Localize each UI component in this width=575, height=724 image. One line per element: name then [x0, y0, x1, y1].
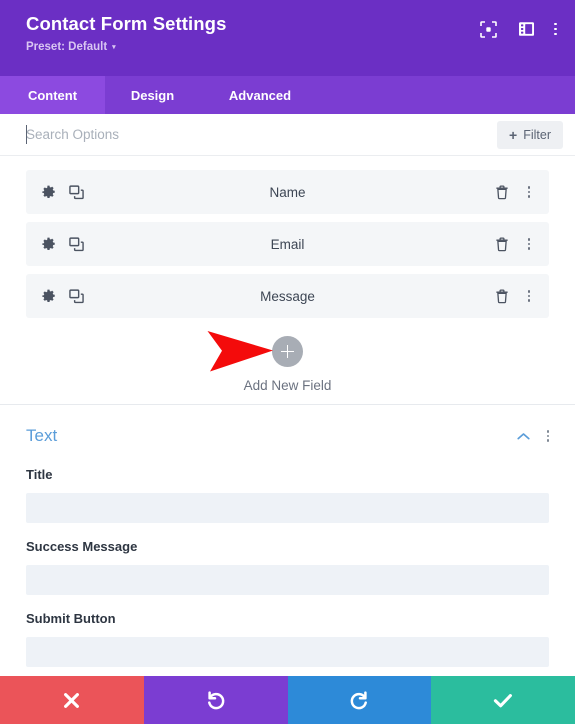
plus-icon: + — [509, 126, 518, 143]
field-row-label: Email — [270, 236, 305, 252]
chevron-up-icon[interactable] — [517, 429, 531, 443]
kebab-menu-icon[interactable] — [523, 186, 535, 198]
page-title: Contact Form Settings — [26, 13, 227, 34]
field-row-right-actions — [465, 236, 535, 252]
kebab-menu-icon[interactable] — [523, 290, 535, 302]
field-row-label: Name — [269, 184, 306, 200]
red-arrow-annotation — [207, 331, 273, 372]
duplicate-icon[interactable] — [68, 288, 84, 304]
settings-body: Name Email Message Add New Field Text Ti… — [0, 156, 575, 676]
kebab-menu-icon[interactable] — [523, 238, 535, 250]
trash-icon[interactable] — [494, 184, 510, 200]
field-row-left-actions — [40, 184, 110, 200]
section-header-actions — [517, 429, 549, 443]
cancel-button[interactable] — [0, 676, 144, 724]
modal-header: Contact Form Settings Preset: Default ▾ — [0, 0, 575, 76]
title-field-group: Title — [26, 467, 549, 523]
table-row[interactable]: Email — [26, 222, 549, 266]
undo-button[interactable] — [143, 676, 288, 724]
filter-button[interactable]: + Filter — [497, 120, 563, 149]
chevron-down-icon: ▾ — [112, 43, 116, 51]
text-section: Text Title Success Message Submit Button — [0, 405, 575, 676]
preset-label: Preset: Default — [26, 41, 108, 53]
success-message-field-group: Success Message — [26, 539, 549, 595]
plus-icon — [281, 345, 294, 358]
success-message-label: Success Message — [26, 539, 138, 554]
submit-button-label: Submit Button — [26, 611, 116, 626]
trash-icon[interactable] — [494, 236, 510, 252]
section-title: Text — [26, 426, 58, 445]
bottom-toolbar — [0, 676, 575, 724]
success-message-input[interactable] — [26, 565, 549, 595]
close-icon — [64, 692, 80, 708]
undo-icon — [208, 690, 225, 709]
table-row[interactable]: Message — [26, 274, 549, 318]
field-row-label: Message — [260, 288, 315, 304]
field-row-left-actions — [40, 288, 110, 304]
tab-advanced[interactable]: Advanced — [200, 76, 320, 114]
title-input[interactable] — [26, 493, 549, 523]
add-new-field-button[interactable] — [272, 336, 303, 367]
submit-button-input[interactable] — [26, 637, 549, 667]
title-field-label: Title — [26, 467, 53, 482]
kebab-menu-icon[interactable] — [554, 22, 557, 36]
gear-icon[interactable] — [40, 236, 56, 252]
table-row[interactable]: Name — [26, 170, 549, 214]
tab-bar: Content Design Advanced — [0, 76, 575, 114]
trash-icon[interactable] — [494, 288, 510, 304]
submit-button-field-group: Submit Button — [26, 611, 549, 667]
tab-design[interactable]: Design — [105, 76, 200, 114]
layout-panel-icon[interactable] — [516, 19, 536, 39]
header-title-block: Contact Form Settings Preset: Default ▾ — [26, 13, 226, 53]
form-fields-block: Name Email Message Add New Field — [0, 156, 575, 405]
text-section-header: Text — [26, 405, 549, 467]
header-actions — [478, 19, 557, 39]
redo-button[interactable] — [287, 676, 432, 724]
kebab-menu-icon[interactable] — [546, 430, 549, 442]
duplicate-icon[interactable] — [68, 184, 84, 200]
preset-selector[interactable]: Preset: Default ▾ — [26, 41, 226, 53]
fullscreen-icon[interactable] — [478, 19, 498, 39]
contact-form-settings-modal: Contact Form Settings Preset: Default ▾ — [0, 0, 575, 724]
redo-icon — [350, 690, 367, 709]
save-button[interactable] — [431, 676, 575, 724]
search-input[interactable] — [26, 122, 498, 147]
gear-icon[interactable] — [40, 184, 56, 200]
duplicate-icon[interactable] — [68, 236, 84, 252]
text-cursor — [26, 125, 27, 144]
add-new-field-area: Add New Field — [0, 326, 575, 404]
tab-content[interactable]: Content — [0, 76, 105, 114]
filter-button-label: Filter — [523, 127, 551, 142]
field-row-right-actions — [465, 288, 535, 304]
field-row-right-actions — [465, 184, 535, 200]
check-icon — [493, 693, 513, 707]
search-bar: + Filter — [0, 114, 575, 156]
field-row-left-actions — [40, 236, 110, 252]
gear-icon[interactable] — [40, 288, 56, 304]
add-new-field-label[interactable]: Add New Field — [244, 378, 332, 393]
